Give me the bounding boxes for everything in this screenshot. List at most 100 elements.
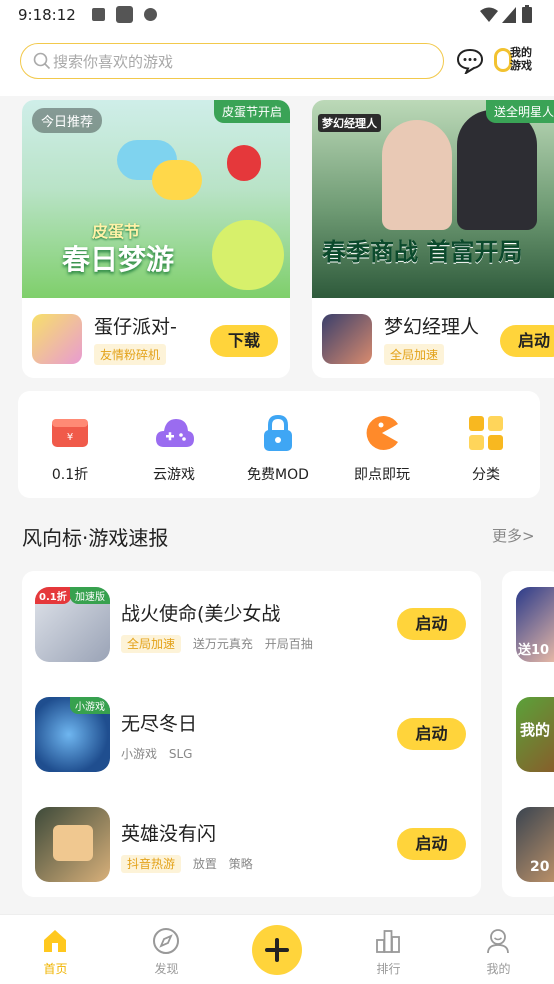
game-list-card: 0.1折 加速版 战火使命(美少女战 全局加速 送万元真充 开局百抽 启动 小游… bbox=[22, 571, 481, 897]
top-bar: 搜索你喜欢的游戏 我的游戏 bbox=[0, 30, 554, 96]
plus-icon bbox=[265, 938, 289, 962]
art-red-ornament bbox=[227, 145, 261, 181]
game-tag: 放置 bbox=[192, 857, 217, 871]
grid-icon bbox=[469, 416, 503, 450]
art-egg-character bbox=[212, 220, 284, 290]
peek-text: 20 bbox=[530, 859, 550, 875]
section-title: 风向标·游戏速报 bbox=[22, 526, 169, 550]
notification-square-icon bbox=[116, 6, 133, 23]
game-list-card-next[interactable]: 送10 我的 20 bbox=[502, 571, 554, 897]
game-chip: 友情粉碎机 bbox=[94, 344, 167, 365]
cloud-gamepad-icon bbox=[156, 419, 194, 447]
launch-button[interactable]: 启动 bbox=[397, 608, 466, 640]
game-name: 无尽冬日 bbox=[121, 713, 198, 735]
quick-entry-instant-play[interactable]: 即点即玩 bbox=[330, 391, 434, 498]
status-bar: 9:18:12 bbox=[0, 0, 554, 30]
download-button[interactable]: 下载 bbox=[210, 325, 278, 357]
my-games-button[interactable]: 我的游戏 bbox=[494, 44, 540, 78]
quick-entry-label: 云游戏 bbox=[153, 467, 195, 483]
lock-icon bbox=[264, 414, 292, 451]
ranking-icon bbox=[376, 930, 400, 953]
banner-art-title: 春季商战 首富开局 bbox=[322, 238, 523, 266]
banner-card[interactable]: 梦幻经理人 春季商战 首富开局 送全明星人 梦幻经理人 全局加速 启动 bbox=[312, 100, 554, 378]
signal-icon bbox=[502, 7, 516, 23]
game-row[interactable]: 英雄没有闪 抖音热游 放置 策略 启动 bbox=[22, 791, 481, 901]
quick-entry-label: 0.1折 bbox=[51, 467, 89, 483]
game-icon: 20 bbox=[516, 807, 554, 882]
launch-button[interactable]: 启动 bbox=[397, 718, 466, 750]
notification-bug-icon bbox=[144, 8, 157, 21]
publish-button[interactable] bbox=[252, 925, 302, 975]
game-name: 梦幻经理人 bbox=[384, 316, 480, 338]
game-chip: 全局加速 bbox=[384, 344, 445, 365]
quick-entry-label: 免费MOD bbox=[247, 467, 309, 483]
banner-card[interactable]: 皮蛋节 春日梦游 皮蛋节开启 今日推荐 蛋仔派对- 友情粉碎机 下载 bbox=[22, 100, 290, 378]
search-placeholder: 搜索你喜欢的游戏 bbox=[53, 53, 174, 71]
banner-image: 梦幻经理人 春季商战 首富开局 bbox=[312, 100, 554, 298]
home-icon bbox=[44, 930, 66, 952]
game-row[interactable]: 小游戏 无尽冬日 小游戏 SLG 启动 bbox=[22, 681, 481, 791]
status-time: 9:18:12 bbox=[18, 6, 76, 24]
game-tag: 策略 bbox=[228, 857, 253, 871]
game-name: 蛋仔派对- bbox=[94, 316, 177, 338]
nav-label: 我的 bbox=[486, 962, 511, 976]
art-bubble-2 bbox=[152, 160, 202, 200]
game-icon: 送10 bbox=[516, 587, 554, 662]
nav-label: 首页 bbox=[43, 962, 68, 976]
game-tag: 开局百抽 bbox=[264, 637, 313, 651]
bottom-nav: 首页 发现 排行 我的 bbox=[0, 914, 554, 984]
game-row[interactable]: 0.1折 加速版 战火使命(美少女战 全局加速 送万元真充 开局百抽 启动 bbox=[22, 571, 481, 681]
compass-icon bbox=[153, 928, 179, 954]
game-chip: 全局加速 bbox=[121, 635, 182, 653]
game-icon: 我的 bbox=[516, 697, 554, 772]
search-input[interactable]: 搜索你喜欢的游戏 bbox=[20, 43, 444, 79]
art-character-female bbox=[382, 120, 452, 230]
quick-entry-free-mod[interactable]: 免费MOD bbox=[226, 391, 330, 498]
banner-carousel[interactable]: 皮蛋节 春日梦游 皮蛋节开启 今日推荐 蛋仔派对- 友情粉碎机 下载 梦幻经理人… bbox=[0, 100, 554, 380]
quick-entry-category[interactable]: 分类 bbox=[434, 391, 538, 498]
launch-button[interactable]: 启动 bbox=[500, 325, 554, 357]
art-character-face bbox=[53, 825, 93, 861]
game-tags: 小游戏 SLG bbox=[121, 745, 200, 762]
search-icon bbox=[33, 52, 51, 70]
banner-art-title: 春日梦游 bbox=[62, 243, 175, 276]
game-tags: 抖音热游 放置 策略 bbox=[121, 855, 261, 873]
game-thumbnail bbox=[32, 314, 82, 364]
coupon-icon: ¥ bbox=[52, 419, 88, 447]
quick-entry-bar: ¥ 0.1折 云游戏 免费MOD 即点即玩 分类 bbox=[18, 391, 540, 498]
nav-label: 排行 bbox=[376, 962, 401, 976]
more-link[interactable]: 更多> bbox=[492, 525, 535, 546]
my-games-label: 我的游戏 bbox=[510, 46, 532, 72]
mini-game-badge: 小游戏 bbox=[70, 697, 110, 714]
quick-entry-label: 即点即玩 bbox=[354, 467, 410, 483]
notification-a-icon bbox=[92, 8, 105, 21]
nav-profile[interactable]: 我的 bbox=[443, 915, 554, 984]
wifi-icon bbox=[480, 7, 498, 22]
pacman-icon bbox=[366, 416, 398, 450]
game-tag: SLG bbox=[168, 747, 193, 761]
svg-text:¥: ¥ bbox=[67, 432, 73, 443]
game-tag: 送万元真充 bbox=[192, 637, 253, 651]
message-icon[interactable] bbox=[456, 48, 484, 74]
nav-home[interactable]: 首页 bbox=[0, 915, 111, 984]
quick-entry-cloud-gaming[interactable]: 云游戏 bbox=[122, 391, 226, 498]
battery-icon bbox=[522, 5, 532, 23]
today-recommend-tag: 今日推荐 bbox=[32, 108, 103, 133]
game-tags: 全局加速 送万元真充 开局百抽 bbox=[121, 635, 321, 653]
nav-ranking[interactable]: 排行 bbox=[333, 915, 444, 984]
peek-text: 送10 bbox=[518, 643, 550, 658]
game-name: 英雄没有闪 bbox=[121, 823, 217, 845]
quick-entry-discount[interactable]: ¥ 0.1折 bbox=[18, 391, 122, 498]
game-icon bbox=[35, 807, 110, 882]
user-icon bbox=[487, 929, 509, 954]
launch-button[interactable]: 启动 bbox=[397, 828, 466, 860]
game-chip: 抖音热游 bbox=[121, 855, 182, 873]
banner-corner-tag: 皮蛋节开启 bbox=[213, 100, 290, 123]
nav-discover[interactable]: 发现 bbox=[111, 915, 222, 984]
discount-badge: 0.1折 bbox=[35, 587, 71, 604]
banner-art-subtitle: 梦幻经理人 bbox=[318, 114, 381, 132]
game-icon: 小游戏 bbox=[35, 697, 110, 772]
nav-label: 发现 bbox=[154, 962, 179, 976]
speed-badge: 加速版 bbox=[70, 587, 110, 604]
game-name: 战火使命(美少女战 bbox=[121, 603, 281, 625]
